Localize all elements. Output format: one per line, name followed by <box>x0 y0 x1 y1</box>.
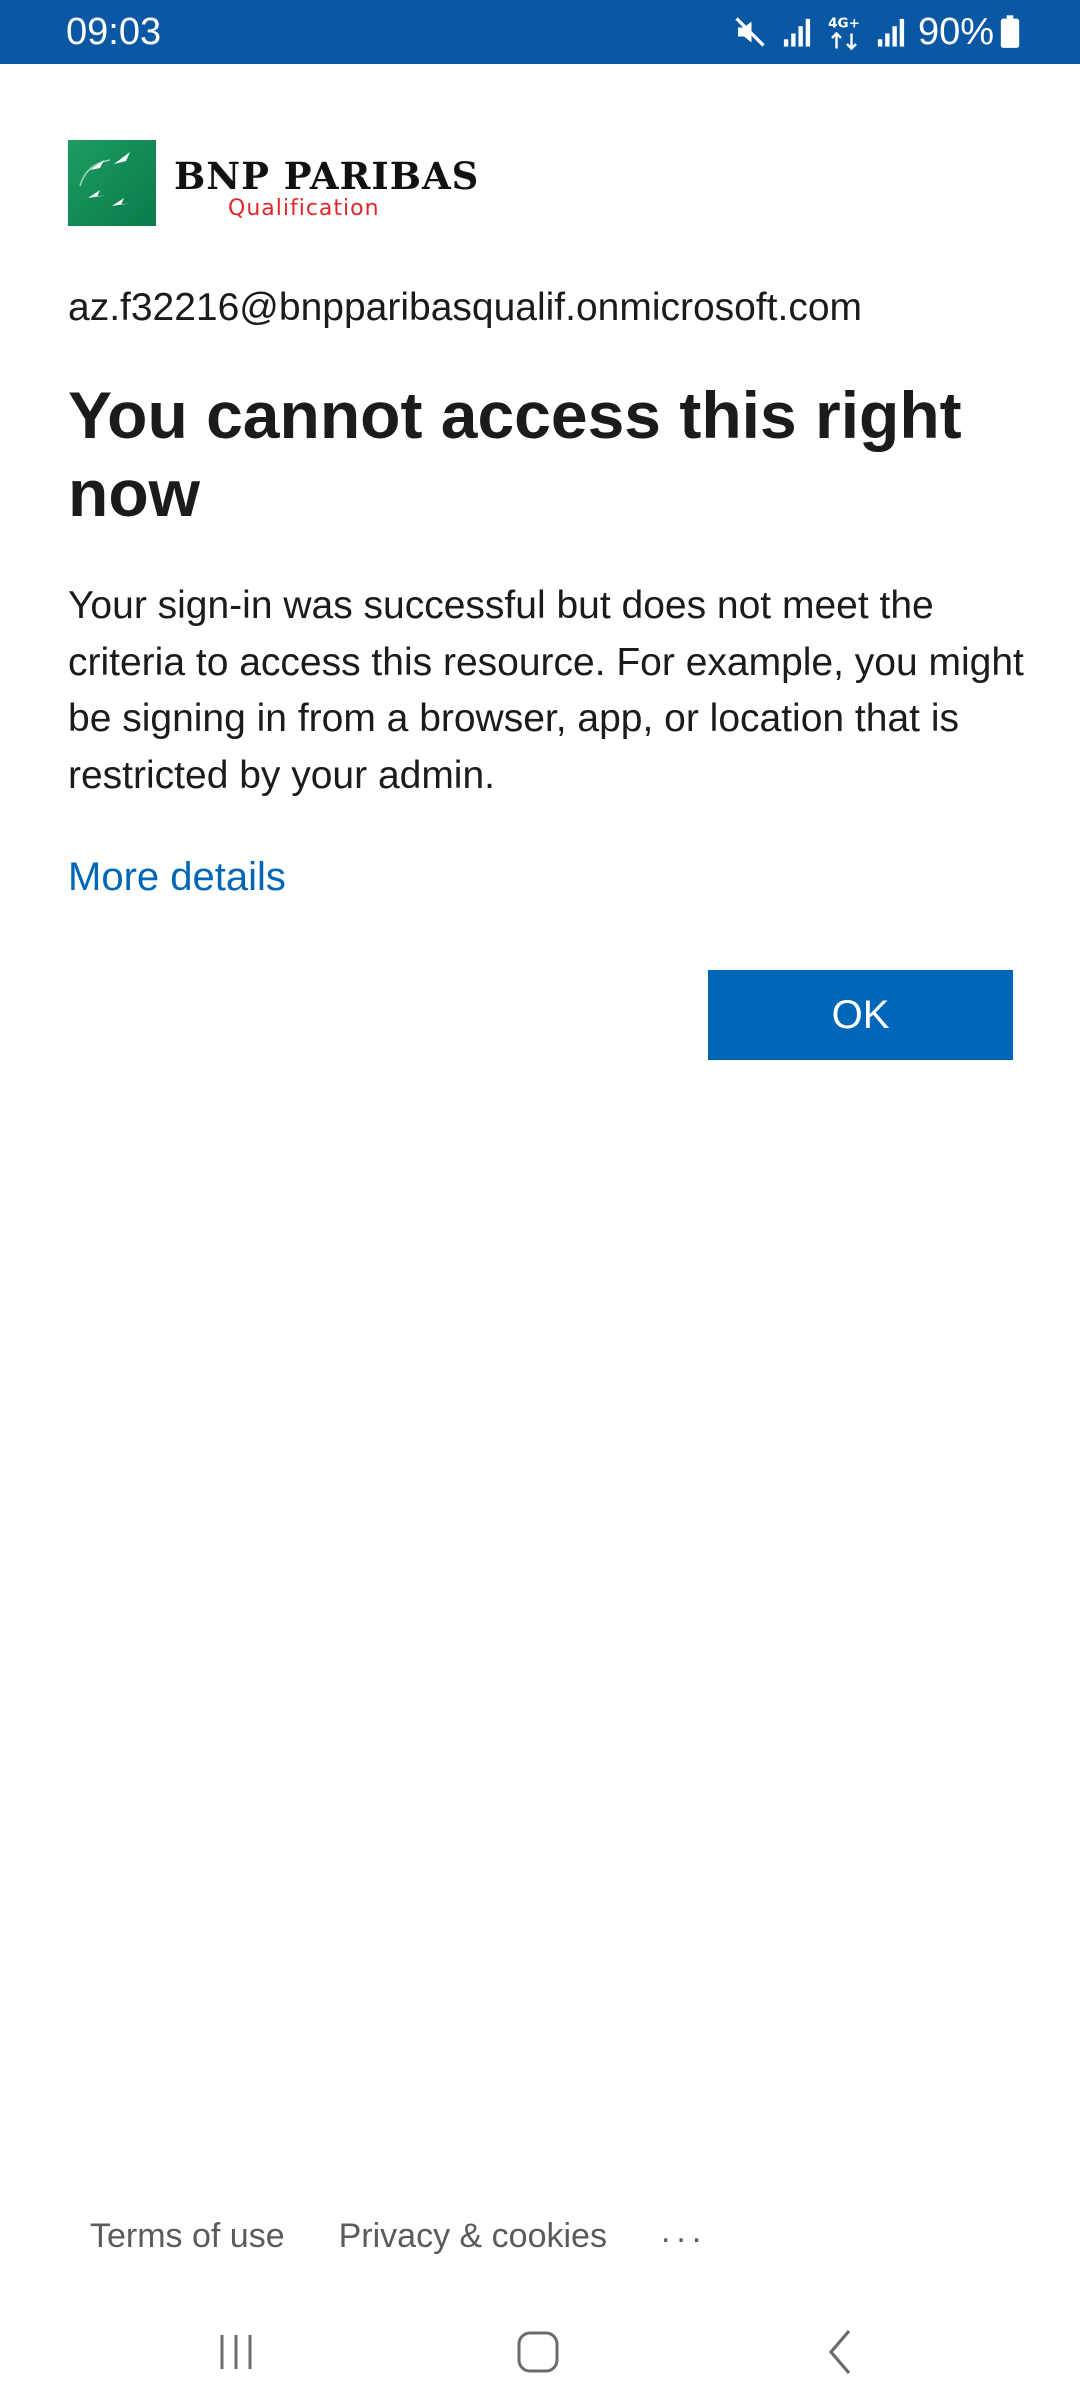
account-email: az.f32216@bnpparibasqualif.onmicrosoft.c… <box>68 286 863 329</box>
logo-name: BNP PARIBAS <box>174 154 480 198</box>
logo-subtitle: Qualification <box>228 196 380 221</box>
battery-icon <box>1000 15 1020 49</box>
4g-data-icon: 4G+ <box>826 12 862 52</box>
terms-of-use-link[interactable]: Terms of use <box>90 2217 285 2256</box>
battery-percent: 90% <box>917 11 994 53</box>
status-time: 09:03 <box>66 11 162 53</box>
page-title: You cannot access this right now <box>68 378 962 530</box>
logo-mark-icon <box>68 140 156 226</box>
more-details-link[interactable]: More details <box>68 852 286 902</box>
privacy-cookies-link[interactable]: Privacy & cookies <box>339 2217 607 2256</box>
status-bar: 09:03 4G+ 90% <box>0 0 1080 64</box>
network-label: 4G+ <box>828 16 860 32</box>
error-description: Your sign-in was successful but does not… <box>68 584 1024 797</box>
signal-icon <box>876 16 906 48</box>
more-options-button[interactable]: ... <box>661 2212 707 2251</box>
back-icon[interactable] <box>802 2320 882 2384</box>
recent-apps-icon[interactable] <box>196 2320 276 2384</box>
signal-icon <box>782 16 812 48</box>
footer: Terms of use Privacy & cookies ... <box>90 2210 707 2262</box>
status-icons: 4G+ 90% <box>718 8 1020 56</box>
home-icon[interactable] <box>498 2320 578 2384</box>
navigation-bar <box>0 2300 1080 2408</box>
bnp-paribas-logo: BNP PARIBAS Qualification <box>68 140 478 232</box>
ok-button[interactable]: OK <box>708 970 1013 1060</box>
mute-icon <box>732 14 768 50</box>
